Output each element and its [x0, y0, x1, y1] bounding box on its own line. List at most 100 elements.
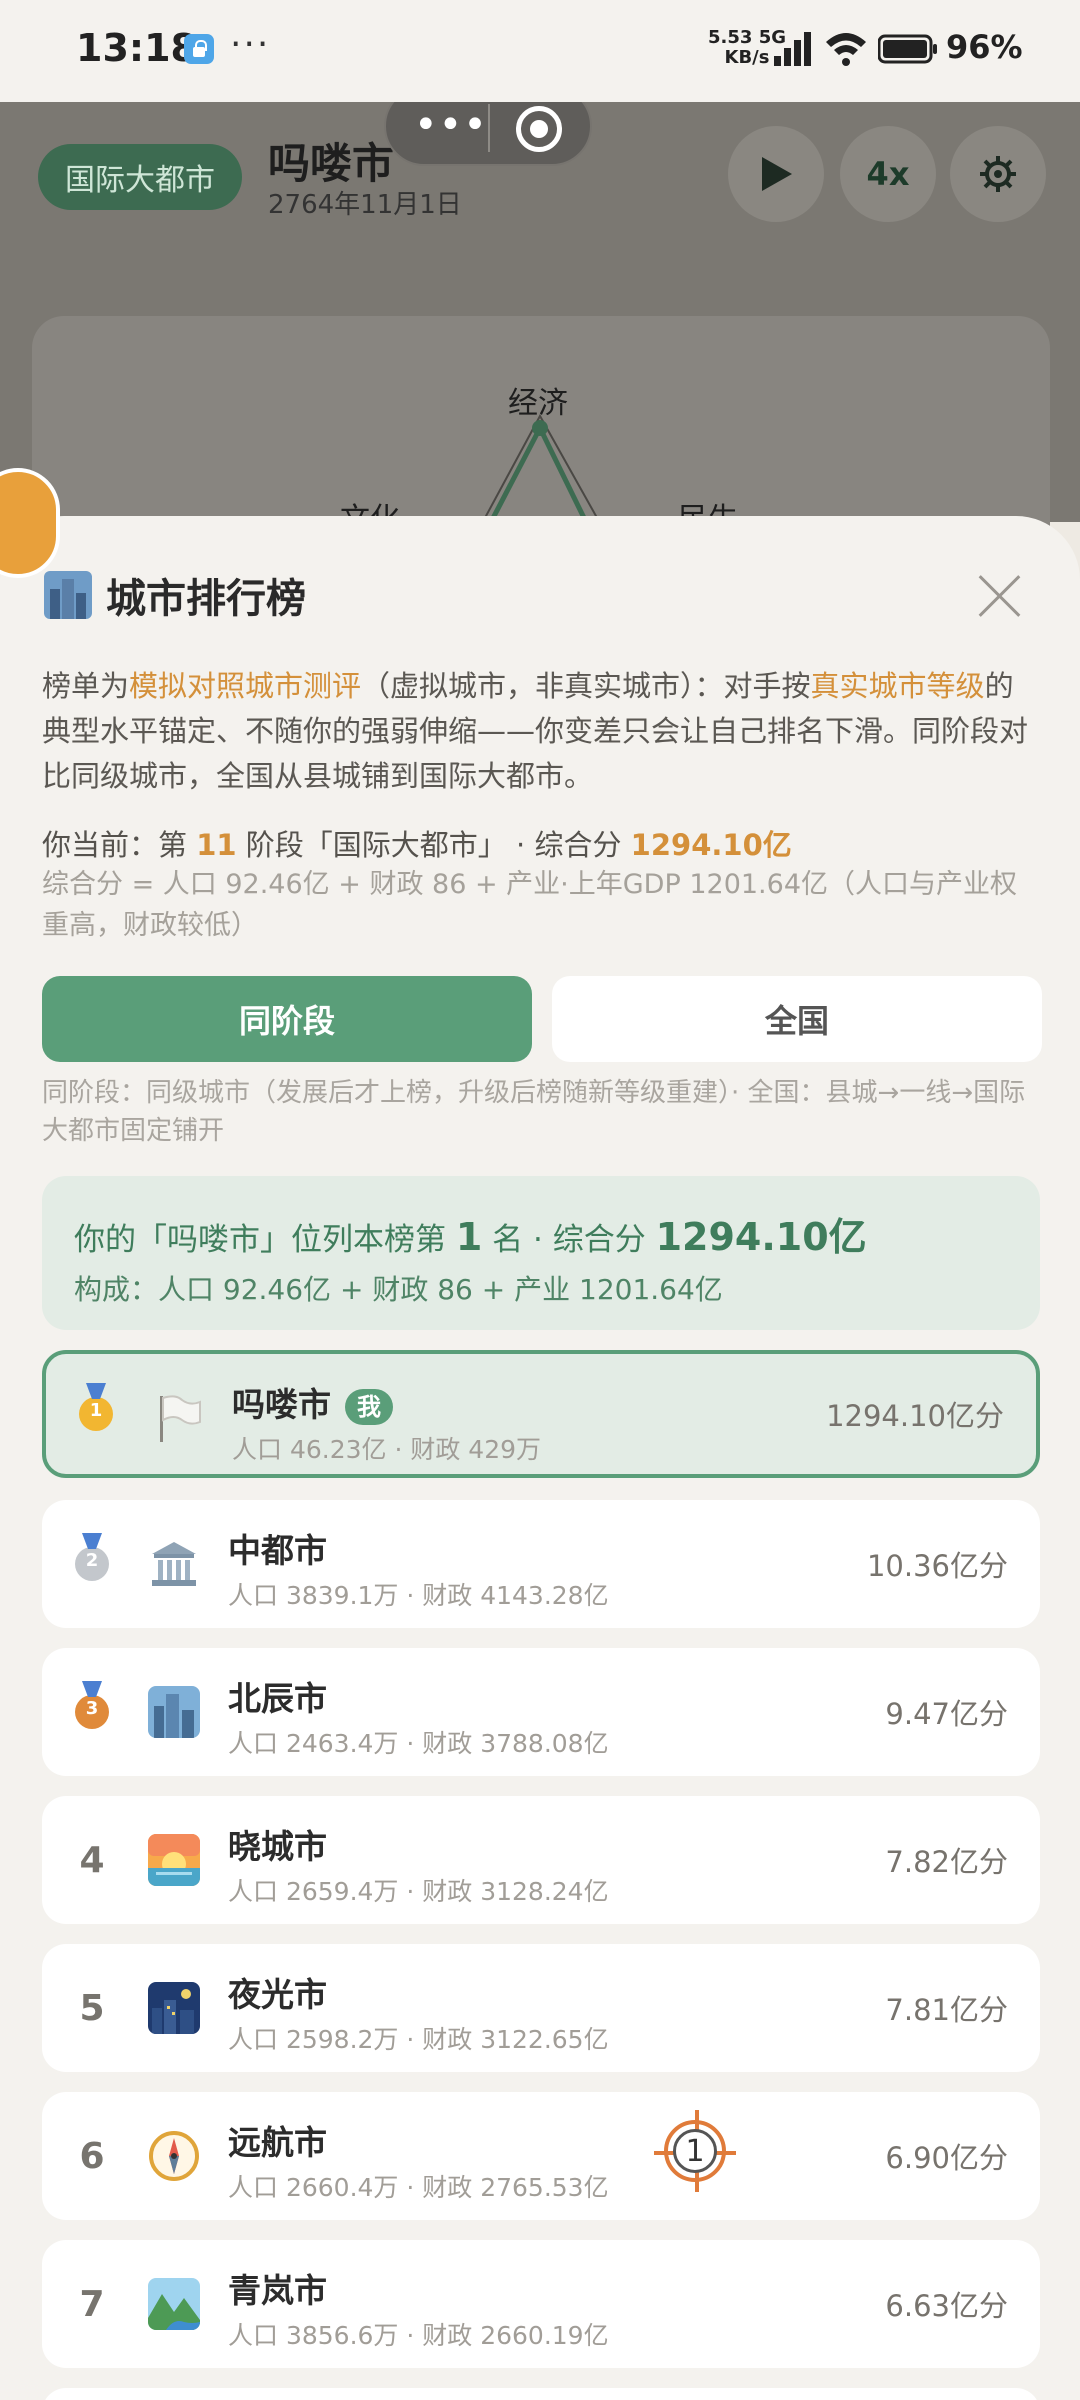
city-stats: 人口 2463.4万 · 财政 3788.08亿: [228, 1729, 609, 1758]
radar-label-economy: 经济: [508, 386, 568, 421]
city-stats: 人口 3839.1万 · 财政 4143.28亿: [228, 1581, 609, 1610]
rank-number: 5: [79, 1987, 105, 2029]
avatar[interactable]: [0, 468, 60, 578]
compass-icon: [149, 2131, 199, 2181]
floating-marker-number: 1: [673, 2129, 717, 2173]
rank-number: 6: [79, 2135, 105, 2177]
battery-percent: 96%: [946, 28, 1023, 66]
settings-button[interactable]: [950, 126, 1046, 222]
my-rank-summary: 你的「吗喽市」位列本榜第 1 名 · 综合分 1294.10亿 构成：人口 92…: [42, 1176, 1040, 1330]
floating-marker[interactable]: 1: [654, 2110, 736, 2192]
ranking-row-3[interactable]: 3 北辰市 人口 2463.4万 · 财政 3788.08亿 9.47亿分: [42, 1648, 1040, 1776]
close-mini-program-icon[interactable]: [516, 106, 562, 152]
tab-note: 同阶段：同级城市（发展后才上榜，升级后榜随新等级重建）· 全国：县城→一线→国际…: [42, 1078, 1026, 1146]
summary-pre: 你的「吗喽市」位列本榜第: [74, 1222, 456, 1258]
more-notifications-icon: ···: [230, 24, 271, 65]
sunrise-icon: [148, 1834, 200, 1886]
ranking-row-4[interactable]: 4 晓城市 人口 2659.4万 · 财政 3128.24亿 7.82亿分: [42, 1796, 1040, 1924]
city-name-text: 吗喽市: [232, 1385, 331, 1424]
city-name: 晓城市: [228, 1827, 327, 1866]
city-stats: 人口 3856.6万 · 财政 2660.19亿: [228, 2321, 609, 2350]
game-date: 2764年11月1日: [268, 190, 462, 220]
city-name: 吗喽市我: [232, 1378, 393, 1426]
capsule-divider: [488, 104, 490, 152]
city-name: 夜光市: [228, 1975, 327, 2014]
night-city-icon: [148, 1982, 200, 2034]
city-name: 青岚市: [228, 2271, 327, 2310]
status-time: 13:18: [76, 26, 197, 70]
bronze-medal-icon: 3: [75, 1695, 109, 1729]
city-stats: 人口 2659.4万 · 财政 3128.24亿: [228, 1877, 609, 1906]
city-stats: 人口 2660.4万 · 财政 2765.53亿: [228, 2173, 609, 2202]
ranking-row-6[interactable]: 6 远航市 人口 2660.4万 · 财政 2765.53亿 6.90亿分: [42, 2092, 1040, 2220]
silver-medal-icon: 2: [75, 1547, 109, 1581]
classical-building-icon: [152, 1542, 196, 1586]
city-name: 远航市: [228, 2123, 327, 2162]
signal-icon: [774, 32, 811, 66]
status-bar: 13:18 ··· 5.53 5G KB/s 96%: [0, 0, 1080, 102]
intro-highlight-1: 模拟对照城市测评: [129, 669, 362, 703]
me-badge: 我: [345, 1388, 393, 1425]
summary-rank: 1: [455, 1215, 483, 1259]
city-score: 6.63亿分: [885, 2289, 1008, 2323]
gear-icon: [980, 156, 1016, 192]
tab-same-stage[interactable]: 同阶段: [42, 976, 532, 1062]
cityscape-icon: [148, 1686, 200, 1738]
city-name: 中都市: [228, 1531, 327, 1570]
rank-medal-bronze: 3: [68, 1648, 116, 1776]
rank-medal-gold: 1: [72, 1354, 120, 1474]
gold-medal-icon: 1: [79, 1397, 113, 1431]
speed-value: 5.53: [708, 27, 753, 48]
city-name: 吗喽市: [268, 139, 395, 188]
close-button[interactable]: [978, 574, 1022, 618]
city-score: 7.82亿分: [885, 1845, 1008, 1879]
city-stats: 人口 46.23亿 · 财政 429万: [232, 1435, 542, 1464]
ranking-row-5[interactable]: 5 夜光市 人口 2598.2万 · 财政 3122.65亿 7.81亿分: [42, 1944, 1040, 2072]
lock-app-icon: [184, 34, 214, 64]
cityscape-icon: [44, 571, 92, 619]
ranking-row-8-partial[interactable]: [42, 2388, 1040, 2400]
white-flag-icon: [160, 1395, 201, 1442]
summary-mid: 名 · 综合分: [482, 1222, 656, 1258]
current-stage-number: 11: [196, 828, 237, 862]
intro-highlight-2: 真实城市等级: [810, 669, 985, 703]
current-stage-line: 你当前：第 11 阶段「国际大都市」 · 综合分 1294.10亿: [42, 822, 792, 864]
rank-number: 3: [85, 1698, 99, 1719]
summary-composition: 构成：人口 92.46亿 + 财政 86 + 产业 1201.64亿: [74, 1273, 723, 1306]
city-level-badge: 国际大都市: [38, 144, 242, 210]
ranking-row-2[interactable]: 2 中都市 人口 3839.1万 · 财政 4143.28亿 10.36亿分: [42, 1500, 1040, 1628]
ranking-row-7[interactable]: 7 青岚市 人口 3856.6万 · 财政 2660.19亿 6.63亿分: [42, 2240, 1040, 2368]
city-name: 北辰市: [228, 1679, 327, 1718]
intro-text-2: （虚拟城市，非真实城市）：对手按: [361, 669, 811, 703]
current-mid: 阶段「国际大都市」 · 综合分: [236, 828, 631, 862]
ranking-row-1[interactable]: 1 吗喽市我 人口 46.23亿 · 财政 429万 1294.10亿分: [42, 1350, 1040, 1478]
score-formula: 综合分 = 人口 92.46亿 + 财政 86 + 产业·上年GDP 1201.…: [42, 869, 1017, 941]
tab-national[interactable]: 全国: [552, 976, 1042, 1062]
city-score: 10.36亿分: [866, 1549, 1008, 1583]
city-score: 9.47亿分: [885, 1697, 1008, 1731]
current-pre: 你当前：第: [42, 828, 197, 862]
summary-line: 你的「吗喽市」位列本榜第 1 名 · 综合分 1294.10亿: [74, 1206, 867, 1261]
city-score: 6.90亿分: [885, 2141, 1008, 2175]
summary-score: 1294.10亿: [655, 1215, 867, 1259]
current-score: 1294.10亿: [630, 828, 792, 862]
wifi-icon: [826, 33, 866, 66]
speed-button[interactable]: 4x: [840, 126, 936, 222]
rank-number: 2: [85, 1550, 99, 1571]
rank-number: 1: [89, 1400, 103, 1421]
rank-number: 4: [79, 1839, 105, 1881]
battery-icon: [878, 34, 937, 64]
mountain-river-icon: [148, 2278, 200, 2330]
more-menu-icon[interactable]: •••: [414, 102, 488, 148]
city-score: 1294.10亿分: [826, 1399, 1004, 1433]
sheet-header: 城市排行榜: [44, 566, 306, 624]
ranking-sheet: 城市排行榜 榜单为模拟对照城市测评（虚拟城市，非真实城市）：对手按真实城市等级的…: [0, 516, 1080, 2400]
rank-number: 7: [79, 2283, 105, 2325]
city-score: 7.81亿分: [885, 1993, 1008, 2027]
play-button[interactable]: [728, 126, 824, 222]
play-icon: [762, 157, 792, 191]
sheet-title: 城市排行榜: [106, 576, 306, 622]
intro-text-1: 榜单为: [42, 669, 130, 703]
ranking-description: 榜单为模拟对照城市测评（虚拟城市，非真实城市）：对手按真实城市等级的典型水平锚定…: [42, 664, 1042, 799]
city-stats: 人口 2598.2万 · 财政 3122.65亿: [228, 2025, 609, 2054]
